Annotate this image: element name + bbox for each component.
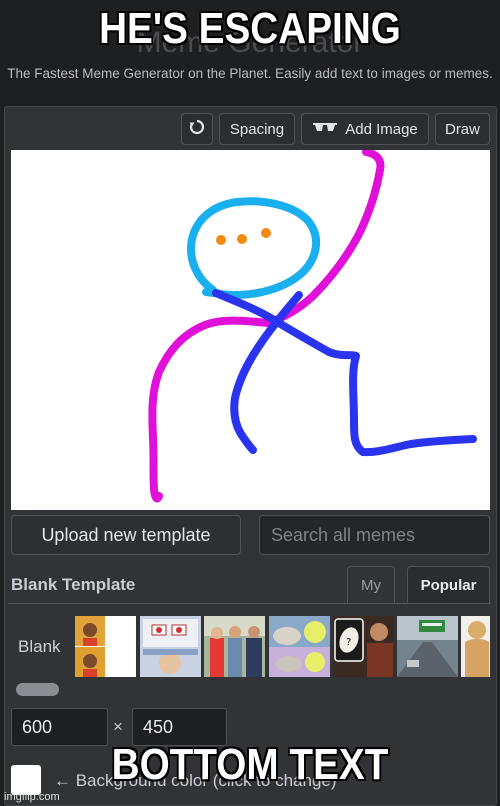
template-thumb-monkey-puppet[interactable] <box>269 616 330 677</box>
upload-template-button[interactable]: Upload new template <box>11 515 241 555</box>
spacing-button[interactable]: Spacing <box>219 113 295 145</box>
meme-top-text: HE'S ESCAPING <box>99 4 401 53</box>
template-thumb-drake[interactable] <box>75 616 136 677</box>
tabs-divider <box>8 603 491 604</box>
reset-button[interactable] <box>181 113 213 145</box>
stroke-right-leg <box>212 289 477 457</box>
template-thumb-panik[interactable] <box>140 616 201 677</box>
template-thumb-distracted-boyfriend[interactable] <box>204 616 265 677</box>
thought-dot-1 <box>216 235 226 245</box>
template-thumb-uno[interactable]: ? <box>333 616 394 677</box>
template-thumb-godfather[interactable] <box>397 616 458 677</box>
size-separator: × <box>113 717 123 736</box>
scroll-handle[interactable] <box>16 683 59 696</box>
imgflip-watermark: imgflip.com <box>4 791 60 803</box>
site-subtitle: The Fastest Meme Generator on the Planet… <box>7 66 493 81</box>
thought-dot-2 <box>237 234 247 244</box>
meme-canvas[interactable] <box>11 150 490 510</box>
stick-figure-drawing <box>148 150 477 503</box>
template-thumb-buff-doge[interactable] <box>461 616 490 677</box>
tab-my[interactable]: My <box>347 566 395 604</box>
add-image-button[interactable]: Add Image <box>301 113 429 145</box>
stroke-body-leg <box>148 316 272 503</box>
rotate-icon <box>189 119 205 139</box>
meme-bottom-text: BOTTOM TEXT <box>111 740 389 789</box>
draw-button[interactable]: Draw <box>435 113 490 145</box>
add-image-label: Add Image <box>345 120 418 138</box>
stroke-raised-arm <box>264 150 385 327</box>
tab-popular[interactable]: Popular <box>407 566 490 604</box>
thought-dot-3 <box>261 228 271 238</box>
stroke-head <box>187 197 321 299</box>
blank-template-option[interactable]: Blank <box>18 637 61 657</box>
svg-text:?: ? <box>346 637 351 648</box>
search-memes-input[interactable] <box>259 515 490 555</box>
blank-template-heading: Blank Template <box>11 575 136 594</box>
sunglasses-icon <box>312 121 338 138</box>
